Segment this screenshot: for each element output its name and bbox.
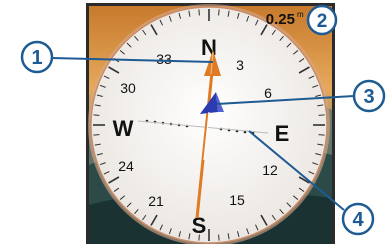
degree-label-21: 21: [148, 193, 164, 209]
degree-label-30: 30: [120, 80, 136, 96]
callout-3: 3: [352, 79, 386, 113]
callout-2: 2: [306, 4, 338, 36]
callout-1-label: 1: [31, 47, 42, 69]
cardinal-west: W: [113, 116, 134, 141]
degree-label-24: 24: [118, 158, 134, 174]
cardinal-east: E: [275, 121, 290, 146]
callout-1: 1: [20, 40, 54, 74]
dial-tick: [198, 9, 200, 16]
compass-screen-figure: N E S W 3 6 12 15 21 24 30 33 0.25 m 1 2…: [20, 3, 386, 244]
distance-unit: m: [297, 10, 304, 19]
dial-tick: [93, 134, 100, 136]
degree-label-33: 33: [156, 51, 172, 67]
dial-tick: [218, 9, 220, 16]
callout-2-label: 2: [317, 11, 328, 32]
callout-3-label: 3: [363, 86, 374, 108]
cardinal-south: S: [192, 213, 207, 238]
dial-tick: [318, 114, 325, 116]
degree-label-15: 15: [229, 192, 245, 208]
callout-4-label: 4: [352, 209, 364, 231]
dial-tick: [93, 114, 100, 116]
degree-label-3: 3: [236, 57, 244, 73]
degree-label-12: 12: [262, 162, 278, 178]
degree-label-6: 6: [264, 85, 272, 101]
distance-readout: 0.25: [266, 11, 295, 28]
callout-4: 4: [341, 202, 375, 236]
dial-tick: [318, 134, 325, 136]
dial-tick: [218, 234, 220, 241]
